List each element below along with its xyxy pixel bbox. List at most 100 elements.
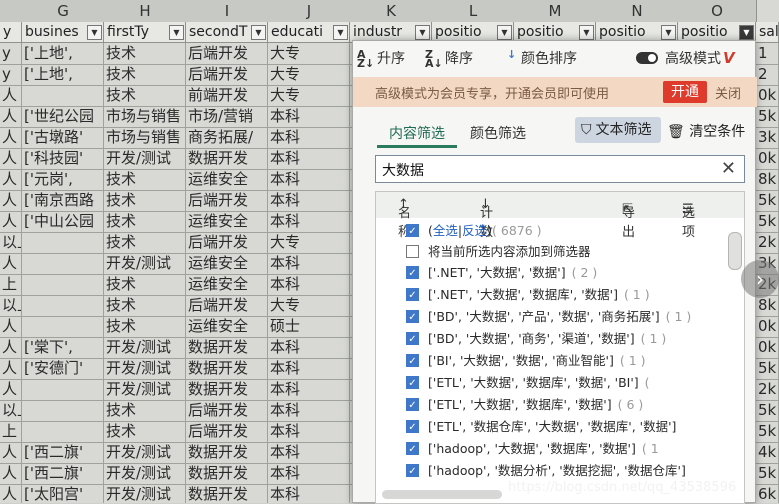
search-box[interactable]: ✕ <box>375 155 745 183</box>
table-cell[interactable]: 2k <box>756 232 779 253</box>
column-letter-i[interactable]: I <box>186 0 269 23</box>
table-cell[interactable]: 人 <box>0 85 22 106</box>
table-cell[interactable]: 人 <box>0 358 22 379</box>
filter-dropdown-icon[interactable]: ▼ <box>169 25 184 40</box>
table-cell[interactable]: 后端开发 <box>186 295 268 316</box>
table-cell[interactable]: 大专 <box>268 64 350 85</box>
table-cell[interactable]: 人 <box>0 442 22 463</box>
table-cell[interactable]: 本科 <box>268 463 350 484</box>
table-cell[interactable]: 技术 <box>104 274 186 295</box>
vertical-scrollbar[interactable] <box>728 232 742 502</box>
table-cell[interactable]: 大专 <box>268 85 350 106</box>
table-cell[interactable]: 运维安全 <box>186 316 268 337</box>
tab-color-filter[interactable]: 颜色筛选 <box>470 123 526 143</box>
table-cell[interactable]: 人 <box>0 484 22 503</box>
table-cell[interactable]: 前端开发 <box>186 85 268 106</box>
filter-value-item[interactable]: ✓ ['.NET', '大数据', '数据'] ( 2 ) <box>406 262 736 283</box>
filter-value-item[interactable]: ✓ ['BD', '大数据', '产品', '数据', '商务拓展'] ( 1 ) <box>406 306 736 327</box>
sort-asc-button[interactable]: A Z↓ 升序 <box>357 49 405 69</box>
checkbox-checked[interactable]: ✓ <box>406 398 419 411</box>
table-cell[interactable]: 4k <box>756 442 779 463</box>
checkbox-checked[interactable]: ✓ <box>406 442 419 455</box>
filter-dropdown-icon[interactable]: ▼ <box>497 25 512 40</box>
table-cell[interactable]: 本科 <box>268 274 350 295</box>
table-cell[interactable]: 人 <box>0 127 22 148</box>
column-letter-n[interactable]: N <box>596 0 679 23</box>
table-cell[interactable]: 以上 <box>0 232 22 253</box>
table-cell[interactable]: 后端开发 <box>186 421 268 442</box>
open-membership-button[interactable]: 开通 <box>663 81 707 103</box>
sort-by-count-button[interactable]: 计数 ↓ <box>480 197 493 240</box>
table-cell[interactable]: 1 <box>756 43 779 64</box>
chevron-right-icon[interactable]: › <box>741 260 779 298</box>
table-cell[interactable]: 人 <box>0 106 22 127</box>
sort-desc-button[interactable]: Z A↓ 降序 <box>425 49 473 69</box>
table-cell[interactable]: 本科 <box>268 442 350 463</box>
checkbox-checked[interactable]: ✓ <box>406 266 419 279</box>
select-all-link[interactable]: 全选 <box>433 223 458 238</box>
table-cell[interactable]: 0k <box>756 337 779 358</box>
table-cell[interactable]: 商务拓展/ <box>186 127 268 148</box>
table-cell[interactable]: 人 <box>0 337 22 358</box>
table-cell[interactable]: 3k <box>756 127 779 148</box>
table-cell[interactable]: 本科 <box>268 211 350 232</box>
table-cell[interactable]: 本科 <box>268 379 350 400</box>
filter-dropdown-icon[interactable]: ▼ <box>87 25 102 40</box>
table-cell[interactable] <box>22 316 104 337</box>
checkbox-checked[interactable]: ✓ <box>406 420 419 433</box>
table-cell[interactable]: 运维安全 <box>186 211 268 232</box>
table-cell[interactable]: 本科 <box>268 484 350 503</box>
clear-conditions-button[interactable]: 🗑 清空条件 <box>667 121 745 141</box>
table-cell[interactable]: ['元岗', <box>22 169 104 190</box>
select-all-item[interactable]: ✓ (全选|反选)( 6876 ) <box>406 220 736 241</box>
table-cell[interactable]: 数据开发 <box>186 358 268 379</box>
table-cell[interactable]: y <box>0 43 22 64</box>
table-cell[interactable]: 开发/测试 <box>104 148 186 169</box>
checkbox-checked[interactable]: ✓ <box>406 464 419 477</box>
table-cell[interactable]: 开发/测试 <box>104 463 186 484</box>
table-cell[interactable]: 技术 <box>104 211 186 232</box>
table-cell[interactable]: 技术 <box>104 64 186 85</box>
filter-value-item[interactable]: ✓ ['ETL', '大数据', '数据库', '数据', 'BI'] ( <box>406 372 736 393</box>
filter-value-item[interactable]: ✓ ['hadoop', '数据分析', '数据挖掘', '数据仓库'] <box>406 460 736 481</box>
table-cell[interactable]: 本科 <box>268 148 350 169</box>
table-cell[interactable]: 市场与销售 <box>104 106 186 127</box>
filter-dropdown-icon[interactable]: ▼ <box>333 25 348 40</box>
table-cell[interactable]: 人 <box>0 316 22 337</box>
table-cell[interactable]: 8k <box>756 295 779 316</box>
table-cell[interactable]: 6k <box>756 484 779 503</box>
table-cell[interactable]: 8k <box>756 169 779 190</box>
table-cell[interactable]: ['科技园' <box>22 148 104 169</box>
table-cell[interactable]: 人 <box>0 463 22 484</box>
checkbox-checked[interactable]: ✓ <box>406 224 419 237</box>
table-cell[interactable]: 技术 <box>104 400 186 421</box>
table-cell[interactable]: 本科 <box>268 400 350 421</box>
table-cell[interactable] <box>22 295 104 316</box>
table-cell[interactable]: 后端开发 <box>186 232 268 253</box>
table-cell[interactable]: 开发/测试 <box>104 337 186 358</box>
table-cell[interactable]: 本科 <box>268 421 350 442</box>
table-cell[interactable]: 运维安全 <box>186 169 268 190</box>
table-cell[interactable]: 本科 <box>268 127 350 148</box>
checkbox-checked[interactable]: ✓ <box>406 332 419 345</box>
table-cell[interactable]: y <box>0 64 22 85</box>
table-cell[interactable]: 技术 <box>104 316 186 337</box>
scroll-thumb[interactable] <box>382 490 502 499</box>
scroll-thumb[interactable] <box>728 232 742 270</box>
close-banner-button[interactable]: 关闭 <box>715 83 741 102</box>
table-cell[interactable]: 数据开发 <box>186 379 268 400</box>
table-cell[interactable]: 硕士 <box>268 316 350 337</box>
add-to-filter-item[interactable]: 将当前所选内容添加到筛选器 <box>406 241 736 262</box>
table-cell[interactable]: 本科 <box>268 190 350 211</box>
table-cell[interactable]: 5k <box>756 463 779 484</box>
tab-content-filter[interactable]: 内容筛选 <box>389 123 445 143</box>
table-cell[interactable]: 5k <box>756 211 779 232</box>
filter-dropdown-icon[interactable]: ▼ <box>251 25 266 40</box>
checkbox-checked[interactable]: ✓ <box>406 288 419 301</box>
table-cell[interactable]: ['中山公园 <box>22 211 104 232</box>
table-cell[interactable]: 上 <box>0 421 22 442</box>
table-cell[interactable]: 2k <box>756 379 779 400</box>
table-cell[interactable]: 人 <box>0 379 22 400</box>
table-cell[interactable]: 技术 <box>104 295 186 316</box>
filter-value-item[interactable]: ✓ ['ETL', '数据仓库', '大数据', '数据库', '数据'] <box>406 416 736 437</box>
